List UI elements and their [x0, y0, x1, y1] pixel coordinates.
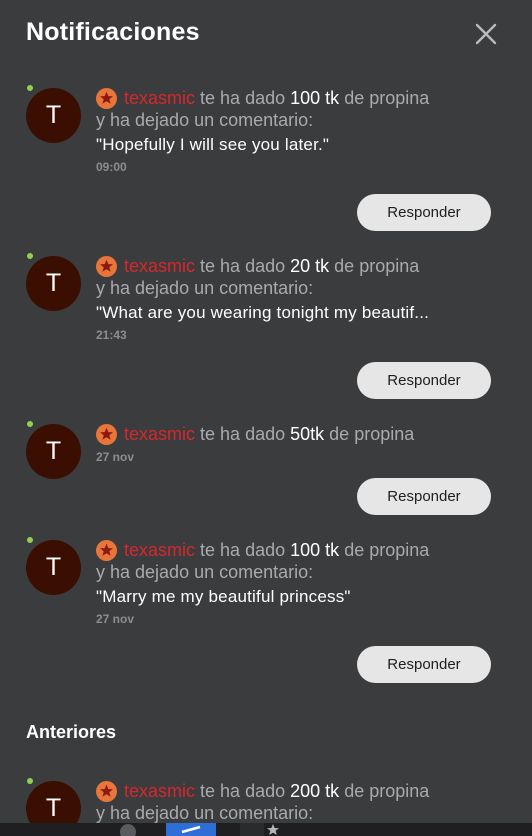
notification-subline: y ha dejado un comentario: [96, 278, 314, 298]
comment-text: "Marry me my beautiful princess" [96, 587, 351, 606]
avatar-letter: T [26, 540, 81, 595]
notification-subline: y ha dejado un comentario: [96, 110, 314, 130]
tip-star-icon [96, 781, 117, 802]
notification-subline: y ha dejado un comentario: [96, 562, 314, 582]
online-indicator [27, 421, 33, 427]
app-icon[interactable] [116, 823, 140, 836]
panel-title: Notificaciones [26, 18, 200, 46]
avatar-letter: T [26, 424, 81, 479]
text-before: te ha dado [200, 424, 286, 444]
timestamp: 09:00 [96, 160, 127, 174]
timestamp: 27 nov [96, 450, 135, 464]
username-link[interactable]: texasmic [124, 256, 195, 276]
online-indicator [27, 778, 33, 784]
tip-star-icon [96, 256, 117, 277]
text-before: te ha dado [200, 781, 286, 801]
reply-button[interactable]: Responder [357, 194, 491, 231]
tip-star-icon [96, 424, 117, 445]
tip-amount: 20 tk [290, 256, 330, 276]
text-before: te ha dado [200, 256, 286, 276]
avatar-letter: T [26, 88, 81, 143]
tip-amount: 100 tk [290, 88, 340, 108]
notification-headline: texasmic te ha dado 200 tk de propina [124, 781, 429, 802]
section-heading-previous: Anteriores [26, 722, 117, 742]
notification-headline: texasmic te ha dado 50tk de propina [124, 424, 414, 445]
online-indicator [27, 253, 33, 259]
avatar[interactable]: T [26, 253, 81, 311]
text-after: de propina [344, 540, 430, 560]
text-after: de propina [344, 781, 430, 801]
comment-text: "Hopefully I will see you later." [96, 135, 330, 154]
tip-star-icon [96, 88, 117, 109]
text-before: te ha dado [200, 540, 286, 560]
avatar[interactable]: T [26, 537, 81, 595]
taskbar [0, 823, 532, 836]
app-icon[interactable] [166, 823, 216, 836]
tip-amount: 50tk [290, 424, 325, 444]
text-after: de propina [344, 88, 430, 108]
avatar[interactable]: T [26, 85, 81, 143]
tip-star-icon [96, 540, 117, 561]
timestamp: 27 nov [96, 612, 135, 626]
avatar-letter: T [26, 256, 81, 311]
notification-headline: texasmic te ha dado 100 tk de propina [124, 540, 429, 561]
timestamp: 21:43 [96, 328, 127, 342]
username-link[interactable]: texasmic [124, 540, 195, 560]
text-after: de propina [329, 424, 415, 444]
reply-button[interactable]: Responder [357, 362, 491, 399]
tip-amount: 100 tk [290, 540, 340, 560]
notification-headline: texasmic te ha dado 100 tk de propina [124, 88, 429, 109]
avatar[interactable]: T [26, 421, 81, 479]
username-link[interactable]: texasmic [124, 88, 195, 108]
app-icon[interactable] [240, 823, 264, 836]
username-link[interactable]: texasmic [124, 424, 195, 444]
text-before: te ha dado [200, 88, 286, 108]
text-after: de propina [334, 256, 420, 276]
comment-text: "What are you wearing tonight my beautif… [96, 303, 430, 322]
notification-headline: texasmic te ha dado 20 tk de propina [124, 256, 419, 277]
reply-button[interactable]: Responder [357, 478, 491, 515]
username-link[interactable]: texasmic [124, 781, 195, 801]
online-indicator [27, 537, 33, 543]
close-icon[interactable] [474, 22, 498, 46]
online-indicator [27, 85, 33, 91]
star-icon[interactable] [266, 823, 280, 836]
tip-amount: 200 tk [290, 781, 340, 801]
reply-button[interactable]: Responder [357, 646, 491, 683]
notifications-panel: Notificaciones T texasmic te ha dado 100… [0, 0, 532, 836]
notification-subline: y ha dejado un comentario: [96, 803, 314, 823]
